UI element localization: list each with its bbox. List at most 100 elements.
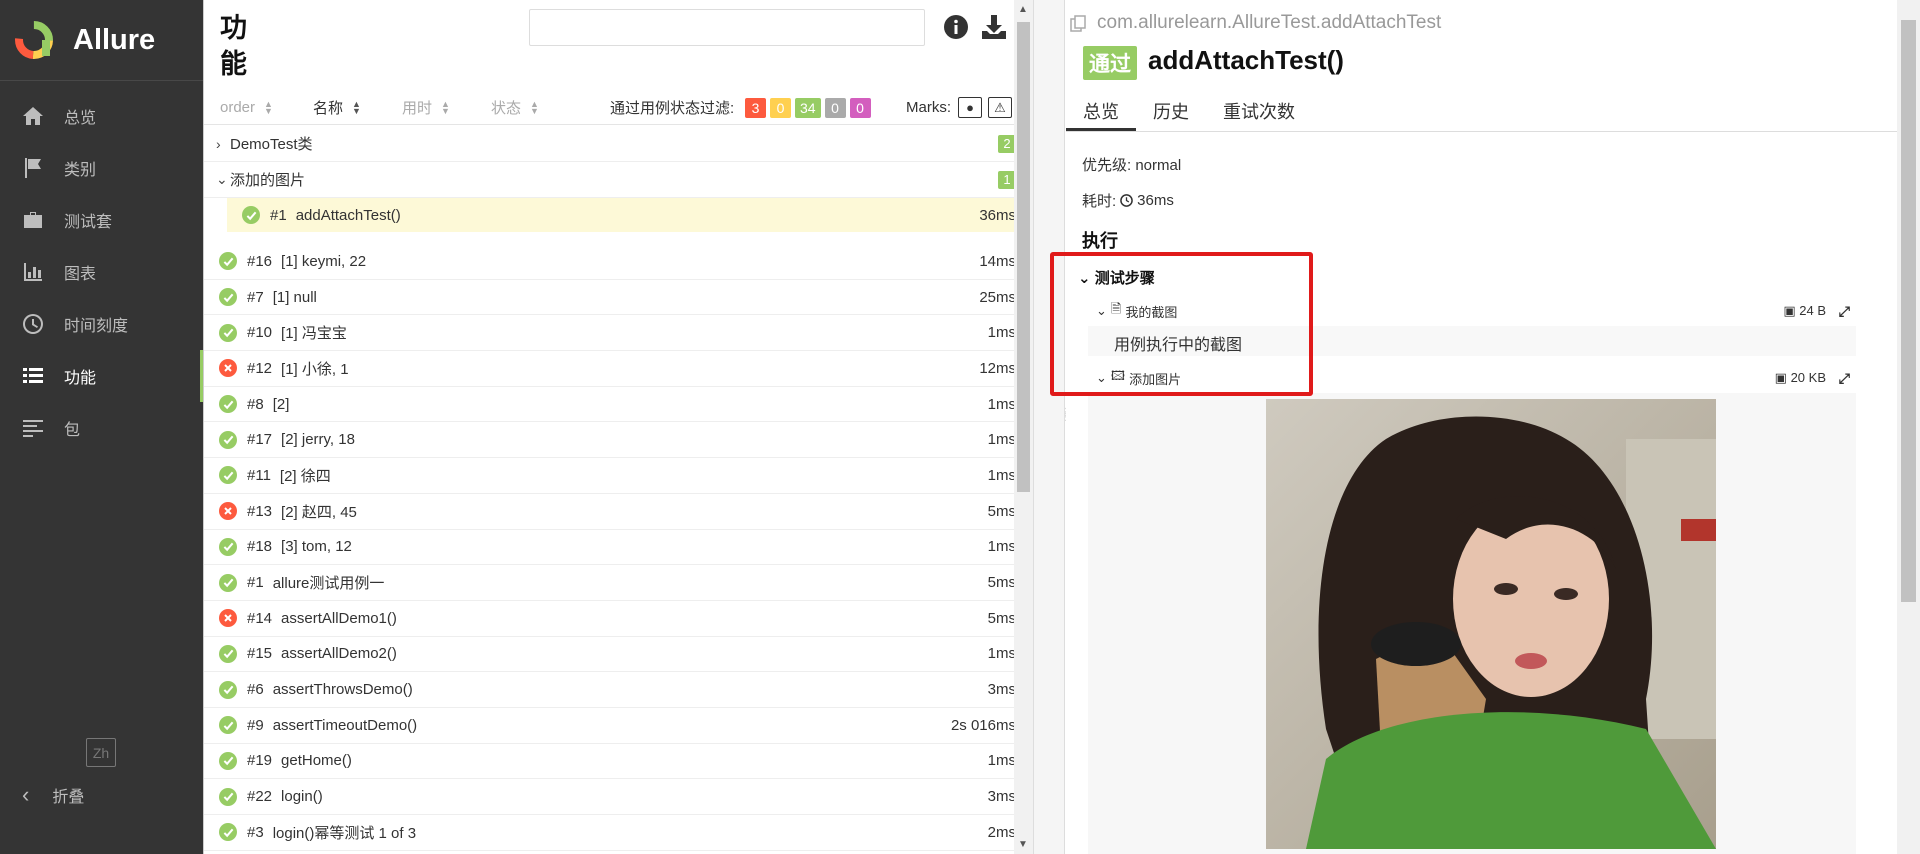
test-number: #10 (247, 324, 273, 342)
status-filter-label: 通过用例状态过滤: (610, 100, 735, 117)
scroll-thumb[interactable] (1901, 20, 1916, 602)
info-icon[interactable] (943, 14, 969, 40)
execution-heading: 执行 (1082, 231, 1118, 251)
test-row[interactable]: #13 [2] 赵四, 45 5ms (204, 494, 1034, 530)
pane-splitter[interactable]: ⋮⋮ (1033, 0, 1071, 854)
test-row[interactable]: #1 allure测试用例一 5ms (204, 565, 1034, 601)
test-row[interactable]: #15 assertAllDemo2() 1ms (204, 637, 1034, 673)
briefcase-icon (24, 212, 42, 228)
test-row[interactable]: #7 [1] null 25ms (204, 280, 1034, 316)
nav-item-suites[interactable]: 测试套 (0, 194, 203, 246)
status-badge: 通过 (1083, 46, 1137, 80)
filter-broken[interactable]: 0 (770, 97, 791, 118)
detail-tabs: 总览 历史 重试次数 (1066, 92, 1901, 132)
test-name: [2] 赵四, 45 (281, 503, 357, 521)
flaky-mark-button[interactable]: ● (958, 97, 982, 118)
collapse-button[interactable]: ‹ 折叠 (22, 782, 84, 808)
test-number: #22 (247, 788, 273, 806)
filter-failed[interactable]: 3 (745, 97, 766, 118)
test-duration: 5ms (987, 502, 1016, 520)
test-row[interactable]: #14 assertAllDemo1() 5ms (204, 601, 1034, 637)
test-row[interactable]: #11 [2] 徐四 1ms (204, 458, 1034, 494)
test-name: login() (281, 788, 323, 806)
brand[interactable]: Allure (0, 0, 203, 81)
highlight-annotation (1050, 252, 1313, 396)
test-name: getHome() (281, 752, 352, 770)
test-number: #1 (247, 574, 264, 592)
package-icon (23, 420, 43, 437)
nav-item-graphs[interactable]: 图表 (0, 246, 203, 298)
sort-duration[interactable]: 用时 ▲ ▼ (402, 97, 450, 118)
test-number: #12 (247, 359, 273, 377)
test-number: #9 (247, 716, 264, 734)
copy-icon[interactable] (1070, 14, 1087, 32)
test-row[interactable]: #8 [2] 1ms (204, 387, 1034, 423)
attachment-size: ▣ 24 B (1783, 303, 1826, 319)
test-full-name: com.allurelearn.AllureTest.addAttachTest (1070, 12, 1441, 34)
test-name: assertTimeoutDemo() (272, 716, 418, 734)
floppy-icon: ▣ (1774, 370, 1787, 385)
detail-scrollbar[interactable] (1897, 0, 1920, 854)
nav-item-packages[interactable]: 包 (0, 402, 203, 454)
fullscreen-icon[interactable]: ⤢ (1839, 303, 1850, 320)
warning-icon: ⚠ (994, 99, 1006, 115)
test-name: assertAllDemo2() (281, 645, 397, 663)
fullscreen-icon[interactable]: ⤢ (1839, 370, 1850, 387)
side-nav: Allure 总览 类别 测试套 图表 时间刻度 功能 包 Zh ‹ 折叠 (0, 0, 203, 854)
test-row[interactable]: #9 assertTimeoutDemo() 2s 016ms (204, 708, 1034, 744)
tree-scrollbar[interactable]: ▲ ▼ (1014, 0, 1033, 854)
test-number: #17 (247, 431, 273, 449)
test-name: [3] tom, 12 (281, 538, 352, 556)
new-failed-mark-button[interactable]: ⚠ (988, 97, 1012, 118)
test-row[interactable]: #10 [1] 冯宝宝 1ms (204, 315, 1034, 352)
test-name: [2] (272, 395, 290, 413)
language-button[interactable]: Zh (86, 738, 116, 767)
test-duration: 3ms (987, 788, 1016, 806)
nav-item-timeline[interactable]: 时间刻度 (0, 298, 203, 350)
scroll-down-icon[interactable]: ▼ (1018, 839, 1028, 850)
selected-test-row[interactable]: #1 addAttachTest() 36ms (227, 198, 1034, 232)
test-number: #8 (247, 395, 264, 413)
full-name-text: com.allurelearn.AllureTest.addAttachTest (1097, 12, 1442, 33)
group-row[interactable]: ⌄ 添加的图片 1 (204, 162, 1034, 198)
group-row[interactable]: › DemoTest类 2 (204, 126, 1034, 162)
test-name: assertThrowsDemo() (272, 681, 413, 699)
filter-passed[interactable]: 34 (795, 97, 821, 118)
tab-history[interactable]: 历史 (1136, 92, 1206, 131)
sort-name[interactable]: 名称 ▲ ▼ (313, 97, 361, 118)
scroll-thumb[interactable] (1017, 22, 1030, 492)
check-icon (219, 573, 237, 592)
filter-unknown[interactable]: 0 (849, 97, 871, 118)
test-row[interactable]: #17 [2] jerry, 18 1ms (204, 422, 1034, 459)
nav-label: 时间刻度 (64, 318, 129, 335)
search-input[interactable] (529, 9, 925, 46)
sort-status[interactable]: 状态 ▲ ▼ (491, 97, 539, 118)
attachment-size: ▣ 20 KB (1775, 370, 1826, 386)
tab-retries[interactable]: 重试次数 (1206, 92, 1312, 131)
scroll-up-icon[interactable]: ▲ (1018, 4, 1028, 15)
test-duration: 2s 016ms (950, 716, 1016, 734)
filter-skipped[interactable]: 0 (824, 97, 846, 118)
sort-order[interactable]: order ▲ ▼ (220, 99, 273, 116)
test-row[interactable]: #22 login() 3ms (204, 779, 1034, 815)
sort-label: 用时 (402, 100, 433, 117)
test-row[interactable]: #19 getHome() 1ms (204, 744, 1034, 780)
nav-item-behaviors[interactable]: 功能 (0, 350, 203, 402)
check-icon (219, 252, 237, 271)
test-row[interactable]: #12 [1] 小徐, 1 12ms (204, 351, 1034, 387)
test-row[interactable]: #3 login()幂等测试 1 of 3 2ms (204, 815, 1034, 851)
nav-item-categories[interactable]: 类别 (0, 142, 203, 194)
test-row[interactable]: #16 [1] keymi, 22 14ms (204, 244, 1034, 280)
test-row[interactable]: #18 [3] tom, 12 1ms (204, 530, 1034, 566)
test-duration: 14ms (979, 252, 1016, 270)
test-title: addAttachTest() (1148, 45, 1344, 75)
marks-label: Marks: (906, 99, 951, 116)
nav-item-overview[interactable]: 总览 (0, 90, 203, 142)
test-row[interactable]: #6 assertThrowsDemo() 3ms (204, 672, 1034, 708)
collapse-label: 折叠 (52, 789, 85, 806)
test-number: #1 (270, 206, 287, 224)
nav-label: 总览 (64, 110, 97, 127)
test-number: #15 (247, 645, 273, 663)
download-icon[interactable] (980, 13, 1008, 41)
tab-overview[interactable]: 总览 (1066, 92, 1136, 131)
